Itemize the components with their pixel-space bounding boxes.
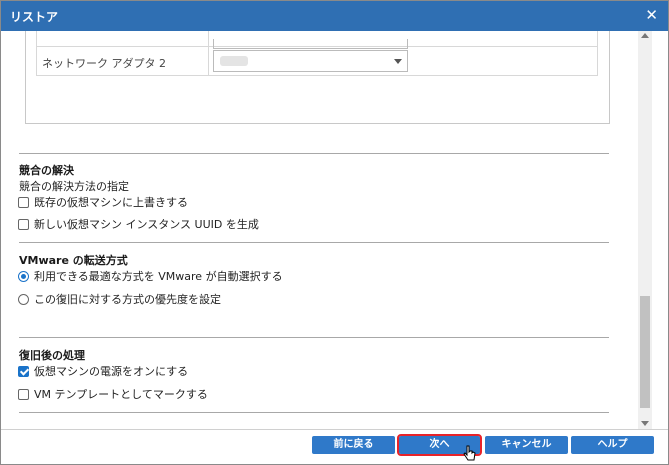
divider [19, 337, 609, 338]
mark-template-label: VM テンプレートとしてマークする [34, 388, 208, 401]
network-adapter-select[interactable] [213, 50, 408, 72]
transport-priority-radio[interactable] [18, 293, 29, 305]
dialog-title: リストア [10, 10, 59, 24]
scroll-down-icon[interactable] [641, 421, 649, 426]
transport-auto-option[interactable]: 利用できる最適な方式を VMware が自動選択する [18, 269, 283, 283]
mark-template-checkbox[interactable] [18, 388, 29, 400]
transport-heading: VMware の転送方式 [19, 254, 128, 267]
power-on-option[interactable]: 仮想マシンの電源をオンにする [18, 364, 188, 378]
dialog-content: ネットワーク アダプタ 2 競合の解決 競合の解決方法の指定 既存の仮想マシンに… [7, 31, 655, 429]
network-adapter-row: ネットワーク アダプタ 2 [36, 39, 598, 76]
mark-template-option[interactable]: VM テンプレートとしてマークする [18, 387, 208, 401]
conflict-subheading: 競合の解決方法の指定 [19, 180, 129, 193]
column-divider [208, 31, 209, 46]
chevron-down-icon [394, 59, 402, 64]
network-adapter-panel: ネットワーク アダプタ 2 [25, 31, 610, 124]
hand-cursor-icon [463, 445, 476, 461]
power-on-label: 仮想マシンの電源をオンにする [34, 365, 189, 378]
title-bar: リストア ✕ [1, 1, 668, 31]
network-adapter-value [220, 56, 248, 66]
restore-dialog: リストア ✕ ネットワーク アダプタ 2 競合の解決 競合の解決方法の指定 既存… [0, 0, 669, 465]
close-icon[interactable]: ✕ [645, 6, 658, 24]
vertical-scrollbar[interactable] [638, 31, 652, 429]
transport-priority-label: この復旧に対する方式の優先度を設定 [34, 293, 221, 306]
generate-uuid-label: 新しい仮想マシン インスタンス UUID を生成 [34, 218, 259, 231]
post-heading: 復旧後の処理 [19, 349, 85, 362]
help-button[interactable]: ヘルプ [571, 436, 654, 454]
dialog-footer: 前に戻る 次へ キャンセル ヘルプ [1, 429, 668, 464]
generate-uuid-checkbox[interactable] [18, 218, 29, 230]
divider [19, 153, 609, 154]
column-divider [208, 47, 209, 75]
overwrite-vm-checkbox[interactable] [18, 196, 29, 208]
previous-network-select[interactable] [213, 39, 408, 49]
network-adapter-label: ネットワーク アダプタ 2 [42, 57, 166, 70]
overwrite-vm-option[interactable]: 既存の仮想マシンに上書きする [18, 195, 188, 209]
generate-uuid-option[interactable]: 新しい仮想マシン インスタンス UUID を生成 [18, 217, 259, 231]
cancel-button[interactable]: キャンセル [485, 436, 568, 454]
scrollbar-thumb[interactable] [640, 296, 650, 408]
divider [19, 412, 609, 413]
conflict-heading: 競合の解決 [19, 164, 74, 177]
back-button[interactable]: 前に戻る [312, 436, 395, 454]
scroll-up-icon[interactable] [641, 33, 649, 38]
power-on-checkbox[interactable] [18, 365, 29, 377]
transport-auto-label: 利用できる最適な方式を VMware が自動選択する [34, 270, 283, 283]
transport-auto-radio[interactable] [18, 270, 29, 282]
transport-priority-option[interactable]: この復旧に対する方式の優先度を設定 [18, 292, 221, 306]
divider [19, 242, 609, 243]
overwrite-vm-label: 既存の仮想マシンに上書きする [34, 196, 188, 209]
